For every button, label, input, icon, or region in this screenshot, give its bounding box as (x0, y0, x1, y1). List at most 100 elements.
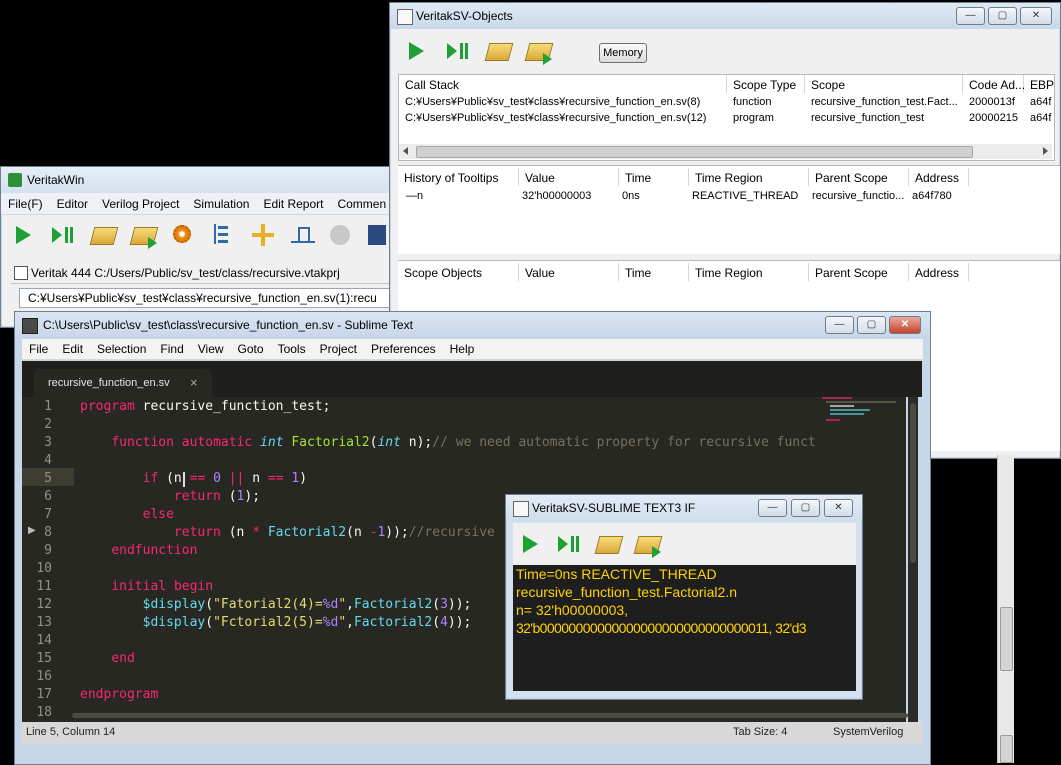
memory-button[interactable]: Memory (599, 43, 647, 63)
tab-close-icon[interactable]: × (190, 375, 198, 390)
fold-arrow-icon[interactable]: ▶ (28, 525, 36, 536)
cell-code-address: 2000013f (969, 96, 1015, 108)
menu-edit[interactable]: Edit (55, 339, 90, 356)
col-code-address[interactable]: Code Ad... (963, 75, 1025, 93)
veritakwin-menu-verilog-project[interactable]: Verilog Project (95, 194, 186, 211)
menu-find[interactable]: Find (153, 339, 190, 356)
table-row[interactable]: —n 32'h00000003 0ns REACTIVE_THREAD recu… (398, 190, 1060, 206)
status-syntax[interactable]: SystemVerilog (833, 726, 903, 738)
path-field[interactable]: C:¥Users¥Public¥sv_test¥class¥recursive_… (19, 288, 393, 308)
if-run-button[interactable] (516, 530, 544, 558)
if-open-button[interactable] (594, 530, 624, 558)
cell-address: a64f780 (912, 190, 952, 202)
scroll-right-arrow-icon[interactable] (1043, 147, 1048, 155)
path-field-text: C:¥Users¥Public¥sv_test¥class¥recursive_… (28, 291, 377, 305)
stop-button[interactable] (326, 221, 354, 249)
table-row[interactable]: C:¥Users¥Public¥sv_test¥class¥recursive_… (399, 96, 1054, 112)
open-folder-button[interactable] (89, 221, 119, 249)
save-button[interactable] (364, 221, 392, 249)
menu-tools[interactable]: Tools (271, 339, 313, 356)
col-value[interactable]: Value (519, 263, 619, 281)
menu-goto[interactable]: Goto (231, 339, 271, 356)
col-parent-scope[interactable]: Parent Scope (809, 168, 909, 186)
folder-icon (594, 536, 624, 554)
code-line-11: initial begin (111, 579, 214, 594)
menu-view[interactable]: View (191, 339, 231, 356)
editor-horizontal-scrollbar[interactable] (72, 711, 908, 719)
scrollbar-thumb[interactable] (910, 403, 916, 563)
veritakwin-titlebar[interactable]: VeritakWin (1, 167, 401, 193)
editor-vertical-scrollbar[interactable] (908, 397, 918, 722)
col-ebp[interactable]: EBP (1024, 75, 1054, 93)
tab-recursive-function[interactable]: recursive_function_en.sv × (34, 369, 212, 397)
col-value[interactable]: Value (519, 168, 619, 186)
folder-icon (484, 43, 514, 61)
col-address[interactable]: Address (909, 168, 969, 186)
if-step-button[interactable] (555, 530, 583, 558)
if-toolbar (513, 523, 856, 565)
if-window: VeritakSV-SUBLIME TEXT3 IF — ▢ ✕ Time=0n… (505, 494, 863, 700)
add-signal-icon (252, 224, 274, 246)
col-time[interactable]: Time (619, 263, 689, 281)
col-call-stack[interactable]: Call Stack (399, 75, 727, 93)
veritakwin-menu-simulation[interactable]: Simulation (186, 194, 256, 211)
play-icon (16, 226, 31, 244)
minimize-button[interactable]: — (825, 316, 854, 334)
minimize-button[interactable]: — (758, 499, 787, 517)
maximize-button[interactable]: ▢ (791, 499, 820, 517)
objects-open-button[interactable] (484, 37, 514, 65)
menu-preferences[interactable]: Preferences (364, 339, 443, 356)
col-time[interactable]: Time (619, 168, 689, 186)
maximize-button[interactable]: ▢ (857, 316, 886, 334)
scrollbar-thumb[interactable] (1000, 735, 1013, 763)
close-button[interactable]: ✕ (889, 316, 921, 334)
hierarchy-button[interactable] (209, 221, 237, 249)
objects-step-button[interactable] (444, 37, 472, 65)
tree-icon (214, 224, 232, 244)
open-run-button[interactable] (129, 221, 159, 249)
col-scope[interactable]: Scope (805, 75, 963, 93)
col-parent-scope[interactable]: Parent Scope (809, 263, 909, 281)
objects-titlebar[interactable]: VeritakSV-Objects — ▢ ✕ (390, 3, 1060, 29)
if-output[interactable]: Time=0ns REACTIVE_THREAD recursive_funct… (513, 565, 856, 691)
wave-button[interactable] (289, 221, 317, 249)
menu-selection[interactable]: Selection (90, 339, 153, 356)
step-button[interactable] (49, 221, 77, 249)
add-signal-button[interactable] (249, 221, 277, 249)
veritakwin-menu-edit-report[interactable]: Edit Report (256, 194, 330, 211)
veritakwin-menu-file[interactable]: File(F) (1, 194, 50, 211)
col-scope-objects[interactable]: Scope Objects (398, 263, 519, 281)
menu-file[interactable]: File (22, 339, 55, 356)
col-scope-type[interactable]: Scope Type (727, 75, 805, 93)
sublime-app-icon (22, 318, 38, 334)
objects-open-run-button[interactable] (524, 37, 554, 65)
status-tab-size[interactable]: Tab Size: 4 (733, 726, 787, 738)
horizontal-scrollbar[interactable] (399, 144, 1052, 159)
cell-ebp: a64f (1030, 96, 1052, 108)
maximize-button[interactable]: ▢ (988, 7, 1017, 25)
if-open-run-button[interactable] (633, 530, 663, 558)
veritakwin-menu-comment[interactable]: Commen (330, 194, 393, 211)
col-address[interactable]: Address (909, 263, 969, 281)
run-button[interactable] (9, 221, 37, 249)
scroll-left-arrow-icon[interactable] (403, 147, 408, 155)
col-time-region[interactable]: Time Region (689, 168, 809, 186)
minimap[interactable] (822, 397, 902, 427)
scrollbar-thumb[interactable] (1000, 607, 1013, 671)
menu-project[interactable]: Project (313, 339, 364, 356)
objects-run-button[interactable] (402, 37, 430, 65)
col-time-region[interactable]: Time Region (689, 263, 809, 281)
if-titlebar[interactable]: VeritakSV-SUBLIME TEXT3 IF — ▢ ✕ (506, 495, 862, 521)
scrollbar-thumb[interactable] (416, 146, 973, 158)
scrollbar-thumb[interactable] (72, 713, 908, 718)
close-button[interactable]: ✕ (824, 499, 853, 517)
table-row[interactable]: C:¥Users¥Public¥sv_test¥class¥recursive_… (399, 112, 1054, 128)
close-button[interactable]: ✕ (1020, 7, 1052, 25)
col-history[interactable]: History of Tooltips (398, 168, 519, 186)
minimize-button[interactable]: — (956, 7, 985, 25)
settings-button[interactable] (169, 221, 197, 249)
veritakwin-menu-editor[interactable]: Editor (50, 194, 95, 211)
background-vertical-scrollbar[interactable] (997, 455, 1014, 763)
sublime-titlebar[interactable]: C:\Users\Public\sv_test\class\recursive_… (15, 312, 930, 338)
menu-help[interactable]: Help (443, 339, 482, 356)
